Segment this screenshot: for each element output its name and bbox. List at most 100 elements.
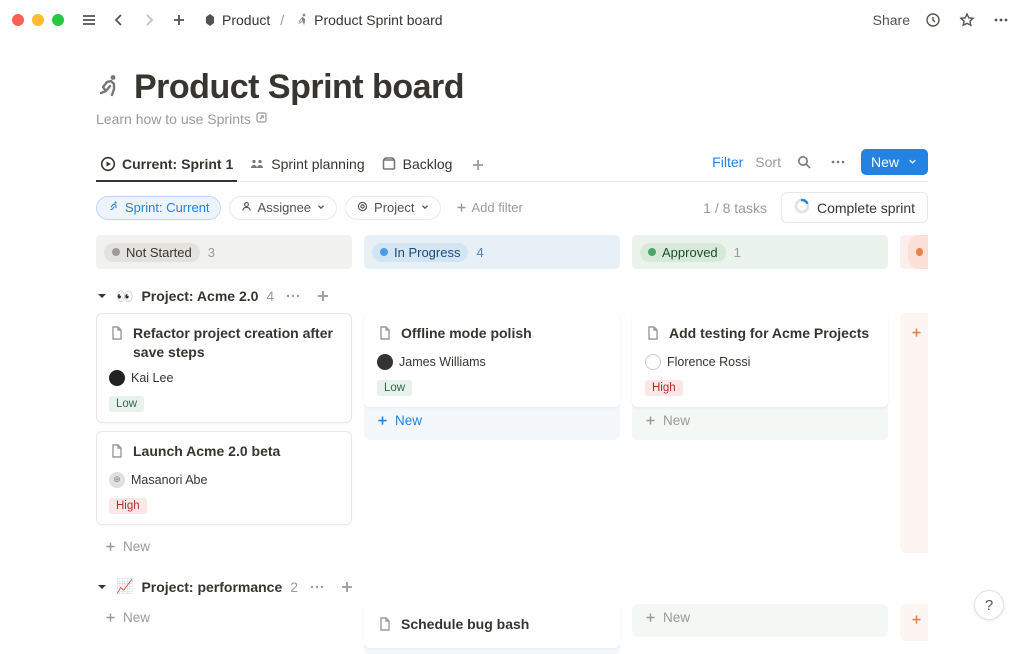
updates-icon[interactable] xyxy=(922,9,944,31)
close-window-icon[interactable] xyxy=(12,14,24,26)
card-refactor[interactable]: Refactor project creation after save ste… xyxy=(96,313,352,423)
col-count: 1 xyxy=(734,245,741,260)
open-link-icon xyxy=(255,111,268,127)
group-count: 2 xyxy=(290,579,298,595)
filter-pill-assignee-label: Assignee xyxy=(258,200,311,215)
col-label: Not Started xyxy=(126,245,192,260)
page-title[interactable]: Product Sprint board xyxy=(134,68,464,107)
new-button[interactable]: New xyxy=(861,149,928,175)
add-filter-button[interactable]: Add filter xyxy=(449,197,529,218)
person-icon xyxy=(240,200,253,216)
avatar-icon xyxy=(377,354,393,370)
breadcrumb-current[interactable]: Product Sprint board xyxy=(290,10,446,30)
chevron-down-icon xyxy=(420,200,430,215)
avatar-icon xyxy=(109,370,125,386)
breadcrumb-parent-label: Product xyxy=(222,12,270,28)
priority-tag: Low xyxy=(377,380,412,396)
group-add-icon[interactable] xyxy=(336,576,358,598)
task-count: 1 / 8 tasks xyxy=(703,200,767,216)
more-icon[interactable] xyxy=(990,9,1012,31)
lane-new-needs-review[interactable]: New xyxy=(900,313,928,352)
page-icon xyxy=(377,325,393,346)
col-count: 4 xyxy=(476,245,483,260)
breadcrumb-parent[interactable]: Product xyxy=(198,10,274,30)
card-launch[interactable]: Launch Acme 2.0 beta ⊕ Masanori Abe High xyxy=(96,431,352,525)
search-icon[interactable] xyxy=(793,151,815,173)
group-more-icon[interactable] xyxy=(306,576,328,598)
page-subtitle[interactable]: Learn how to use Sprints xyxy=(96,111,928,127)
card-bugbash[interactable]: Schedule bug bash xyxy=(364,604,620,648)
page-icon xyxy=(377,616,393,637)
add-view-button[interactable] xyxy=(464,157,492,173)
column-head-in-progress[interactable]: In Progress 4 xyxy=(364,235,620,269)
lane-new-needs-review-g2[interactable]: New xyxy=(900,604,928,635)
lane-new-not-started[interactable]: New xyxy=(96,533,352,560)
lane-new-label: New xyxy=(663,610,690,625)
people-icon xyxy=(249,156,265,172)
breadcrumb: Product / Product Sprint board xyxy=(198,10,447,30)
card-title-text: Refactor project creation after save ste… xyxy=(133,324,339,362)
complete-sprint-button[interactable]: Complete sprint xyxy=(781,192,928,223)
group-emoji-icon: 👀 xyxy=(116,288,133,305)
board-group-acme: Refactor project creation after save ste… xyxy=(96,313,928,560)
group-more-icon[interactable] xyxy=(282,285,304,307)
priority-tag: Low xyxy=(109,396,144,412)
lane-new-label: New xyxy=(663,413,690,428)
runner-small-icon xyxy=(107,200,120,216)
filter-pill-project[interactable]: Project xyxy=(345,196,440,220)
filter-pill-sprint-label: Sprint: Current xyxy=(125,200,210,215)
group-row-acme[interactable]: 👀 Project: Acme 2.0 4 xyxy=(96,285,928,307)
nav-forward-icon[interactable] xyxy=(138,9,160,31)
column-head-not-started[interactable]: Not Started 3 xyxy=(96,235,352,269)
filter-pill-project-label: Project xyxy=(374,200,414,215)
favorite-icon[interactable] xyxy=(956,9,978,31)
view-tab-planning-label: Sprint planning xyxy=(271,156,364,172)
filter-pill-sprint[interactable]: Sprint: Current xyxy=(96,196,221,220)
help-button[interactable]: ? xyxy=(974,590,1004,620)
card-title-text: Launch Acme 2.0 beta xyxy=(133,442,280,464)
play-circle-icon xyxy=(100,156,116,172)
card-offline[interactable]: Offline mode polish James Williams Low xyxy=(364,313,620,407)
nav-back-icon[interactable] xyxy=(108,9,130,31)
page-icon xyxy=(645,325,661,346)
lane-new-approved[interactable]: New xyxy=(632,407,888,434)
help-label: ? xyxy=(985,597,993,614)
sort-button[interactable]: Sort xyxy=(755,154,781,170)
view-tab-planning[interactable]: Sprint planning xyxy=(245,150,368,180)
priority-tag: High xyxy=(109,498,147,514)
filter-pill-assignee[interactable]: Assignee xyxy=(229,196,337,220)
new-tab-icon[interactable] xyxy=(168,9,190,31)
col-label: Approved xyxy=(662,245,718,260)
product-icon xyxy=(202,12,218,28)
lane-new-in-progress[interactable]: New xyxy=(364,407,620,434)
hamburger-icon[interactable] xyxy=(78,9,100,31)
group-row-performance[interactable]: 📈 Project: performance 2 xyxy=(96,576,928,598)
card-assignee: Kai Lee xyxy=(109,370,339,386)
group-add-icon[interactable] xyxy=(312,285,334,307)
runner-icon xyxy=(294,12,310,28)
breadcrumb-current-label: Product Sprint board xyxy=(314,12,442,28)
zoom-window-icon[interactable] xyxy=(52,14,64,26)
share-button[interactable]: Share xyxy=(873,12,910,28)
target-icon xyxy=(356,200,369,216)
assignee-name: Masanori Abe xyxy=(131,473,207,487)
lane-new-not-started-g2[interactable]: New xyxy=(96,604,352,631)
page-body: Product Sprint board Learn how to use Sp… xyxy=(0,40,1024,654)
page-icon xyxy=(109,325,125,362)
lane-new-approved-g2[interactable]: New xyxy=(632,604,888,631)
assignee-name: Kai Lee xyxy=(131,371,173,385)
card-testing[interactable]: Add testing for Acme Projects Florence R… xyxy=(632,313,888,407)
minimize-window-icon[interactable] xyxy=(32,14,44,26)
view-more-icon[interactable] xyxy=(827,151,849,173)
assignee-name: Florence Rossi xyxy=(667,355,750,369)
column-head-needs-review[interactable]: Needs review xyxy=(900,235,928,269)
card-assignee: ⊕ Masanori Abe xyxy=(109,472,339,488)
page-icon-runner[interactable] xyxy=(96,73,122,102)
view-tab-backlog[interactable]: Backlog xyxy=(377,150,457,180)
view-tab-backlog-label: Backlog xyxy=(403,156,453,172)
chevron-down-icon xyxy=(907,154,918,170)
filter-button[interactable]: Filter xyxy=(712,154,743,170)
column-head-approved[interactable]: Approved 1 xyxy=(632,235,888,269)
avatar-icon xyxy=(645,354,661,370)
view-tab-current[interactable]: Current: Sprint 1 xyxy=(96,150,237,182)
